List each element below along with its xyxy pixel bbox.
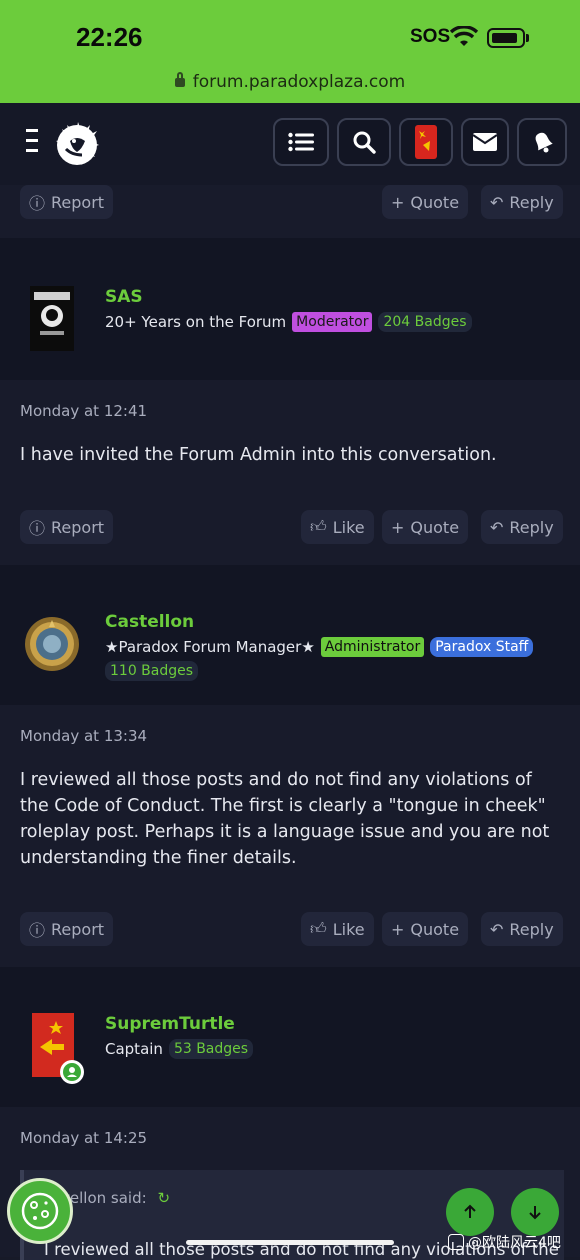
- battery-icon: [487, 28, 525, 48]
- address-bar[interactable]: forum.paradoxplaza.com: [0, 72, 580, 92]
- like-label: Like: [332, 919, 365, 939]
- avatar[interactable]: [32, 1013, 86, 1085]
- cookie-consent-button[interactable]: [7, 1178, 73, 1244]
- reply-label: Reply: [509, 192, 554, 212]
- search-button[interactable]: [337, 118, 391, 166]
- quote-button[interactable]: + Quote: [382, 912, 469, 946]
- like-button[interactable]: 👍︎ Like: [301, 912, 374, 946]
- user-title: 20+ Years on the Forum: [105, 313, 287, 331]
- lock-icon: [174, 72, 185, 87]
- url-text: forum.paradoxplaza.com: [192, 72, 406, 92]
- badges-row: 110 Badges: [105, 661, 199, 681]
- report-button[interactable]: ⓘ Report: [20, 185, 114, 219]
- watermark-text: @欧陆风云4吧: [468, 1235, 561, 1251]
- battery-tip: [526, 34, 529, 42]
- reply-icon: ↶: [490, 517, 504, 537]
- post-text: I have invited the Forum Admin into this…: [20, 445, 497, 465]
- reply-label: Reply: [509, 517, 554, 537]
- home-indicator[interactable]: [186, 1240, 394, 1245]
- reply-label: Reply: [509, 919, 554, 939]
- arrow-up-icon: [464, 1204, 476, 1218]
- alerts-button[interactable]: [517, 118, 567, 166]
- moderator-tag: Moderator: [292, 312, 373, 332]
- clock: 22:26: [76, 22, 143, 52]
- plus-icon: +: [391, 192, 405, 212]
- site-header: [0, 103, 580, 185]
- like-button[interactable]: 👍︎ Like: [301, 510, 374, 544]
- reply-button[interactable]: ↶ Reply: [481, 912, 563, 946]
- badges-count[interactable]: 204 Badges: [378, 312, 472, 332]
- username[interactable]: Castellon: [105, 612, 194, 632]
- info-icon: ⓘ: [29, 921, 46, 940]
- user-title-row: 20+ Years on the Forum Moderator 204 Bad…: [105, 312, 472, 332]
- user-avatar: [415, 125, 437, 159]
- report-label: Report: [51, 192, 105, 212]
- post-header: [0, 565, 580, 705]
- badges-count[interactable]: 53 Badges: [168, 1039, 254, 1059]
- quote-label: Quote: [410, 192, 460, 212]
- report-button[interactable]: ⓘ Report: [20, 510, 114, 544]
- info-icon: ⓘ: [29, 519, 46, 538]
- scroll-top-button[interactable]: [446, 1188, 494, 1236]
- badges-count[interactable]: 110 Badges: [105, 661, 199, 681]
- report-label: Report: [51, 919, 105, 939]
- thumbs-up-icon: 👍︎: [310, 919, 327, 938]
- account-button[interactable]: [399, 118, 453, 166]
- user-title-row: ★Paradox Forum Manager★ Administrator Pa…: [105, 637, 534, 657]
- post-text: I reviewed all those posts and do not fi…: [20, 770, 550, 868]
- avatar[interactable]: [30, 286, 74, 351]
- post-date[interactable]: Monday at 14:25: [20, 1129, 147, 1147]
- scroll-bottom-button[interactable]: [511, 1188, 559, 1236]
- cookie-icon: [21, 1192, 59, 1230]
- inbox-button[interactable]: [461, 118, 509, 166]
- bell-icon: [535, 132, 553, 153]
- watermark: @欧陆风云4吧: [448, 1232, 561, 1252]
- username[interactable]: SAS: [105, 287, 143, 307]
- quote-button[interactable]: + Quote: [382, 185, 469, 219]
- jump-to-post-icon[interactable]: ↻: [157, 1189, 170, 1207]
- post-date[interactable]: Monday at 13:34: [20, 727, 147, 745]
- report-label: Report: [51, 517, 105, 537]
- like-label: Like: [332, 517, 365, 537]
- quote-label: Quote: [410, 517, 460, 537]
- status-bar: 22:26 SOS forum.paradoxplaza.com: [0, 0, 580, 103]
- reply-button[interactable]: ↶ Reply: [481, 185, 563, 219]
- side-menu-icon[interactable]: [26, 129, 38, 159]
- post-header: [0, 967, 580, 1107]
- avatar[interactable]: [24, 615, 80, 673]
- search-icon: [353, 131, 376, 154]
- report-button[interactable]: ⓘ Report: [20, 912, 114, 946]
- quote-author: tellon said:: [64, 1189, 147, 1207]
- user-title-row: Captain 53 Badges: [105, 1039, 254, 1059]
- reply-button[interactable]: ↶ Reply: [481, 510, 563, 544]
- weibo-icon: [448, 1234, 464, 1250]
- post-date[interactable]: Monday at 12:41: [20, 402, 147, 420]
- reply-icon: ↶: [490, 919, 504, 939]
- wifi-icon: [450, 26, 478, 46]
- plus-icon: +: [391, 919, 405, 939]
- paradox-logo-icon[interactable]: [52, 119, 102, 169]
- mail-icon: [473, 133, 497, 151]
- reply-icon: ↶: [490, 192, 504, 212]
- menu-button[interactable]: [273, 118, 329, 166]
- list-icon: [288, 132, 314, 152]
- quote-attribution[interactable]: tellon said: ↻: [64, 1189, 170, 1207]
- divider: [0, 238, 580, 254]
- quote-label: Quote: [410, 919, 460, 939]
- administrator-tag: Administrator: [320, 637, 425, 657]
- username[interactable]: SupremTurtle: [105, 1014, 235, 1034]
- thumbs-up-icon: 👍︎: [310, 517, 327, 536]
- plus-icon: +: [391, 517, 405, 537]
- paradox-staff-tag: Paradox Staff: [430, 637, 534, 657]
- info-icon: ⓘ: [29, 194, 46, 213]
- sos-indicator: SOS: [410, 26, 451, 47]
- user-title: Captain: [105, 1040, 163, 1058]
- arrow-down-icon: [529, 1206, 541, 1220]
- user-title: ★Paradox Forum Manager★: [105, 638, 315, 656]
- quote-button[interactable]: + Quote: [382, 510, 469, 544]
